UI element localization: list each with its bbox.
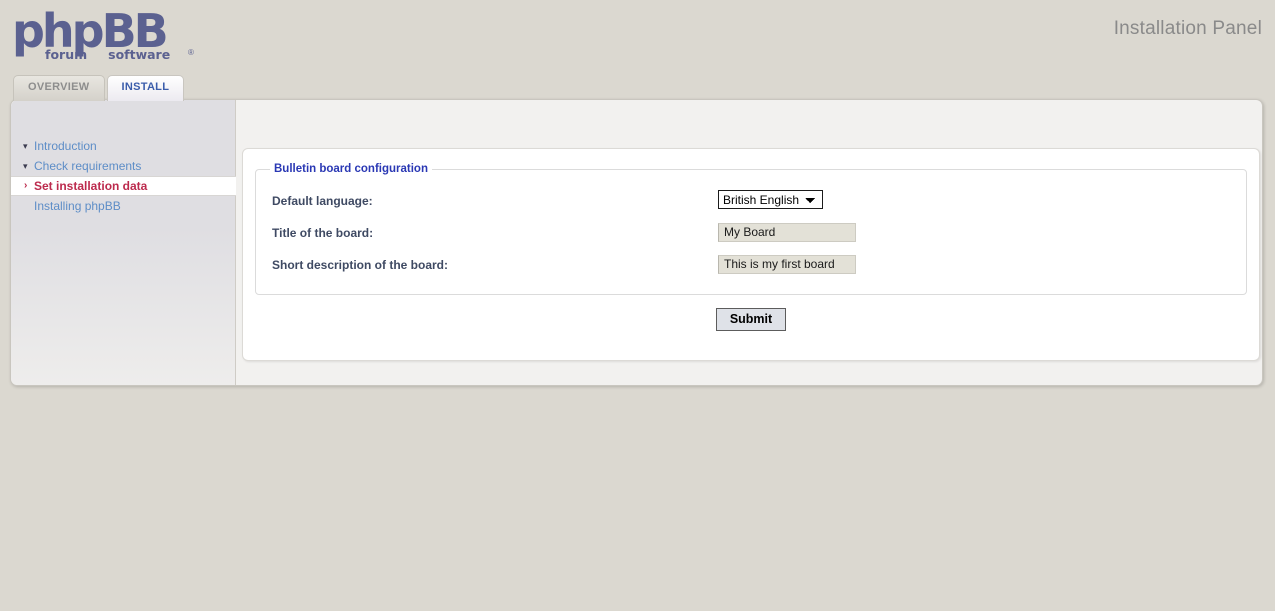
- sidebar-item-installing-phpbb[interactable]: Installing phpBB: [11, 196, 235, 216]
- sidebar-item-installing-phpbb-wrap: Installing phpBB: [11, 196, 235, 216]
- registered-trademark-icon: ®: [188, 48, 194, 57]
- sidebar-item-label: Check requirements: [34, 159, 141, 173]
- board-description-input[interactable]: [718, 255, 856, 274]
- main-content: Bulletin board configuration Default lan…: [235, 100, 1262, 385]
- field-label-board-description: Short description of the board:: [266, 249, 712, 281]
- field-row-board-title: Title of the board:: [266, 217, 1236, 249]
- chevron-down-icon: ▾: [23, 159, 28, 173]
- bulletin-board-configuration-fieldset: Bulletin board configuration Default lan…: [255, 163, 1247, 295]
- content-panel: Bulletin board configuration Default lan…: [242, 148, 1260, 361]
- submit-button[interactable]: [716, 308, 786, 331]
- sidebar: ▾ Introduction ▾ Check requirements › Se…: [11, 100, 236, 385]
- installer-container: ▾ Introduction ▾ Check requirements › Se…: [10, 99, 1263, 386]
- tab-overview[interactable]: OVERVIEW: [13, 75, 105, 101]
- page-title: Installation Panel: [1114, 18, 1262, 40]
- field-control-board-title: [718, 217, 1236, 247]
- field-row-default-language: Default language: British English: [266, 185, 1236, 217]
- sidebar-item-label: Set installation data: [34, 179, 147, 193]
- fieldset-legend: Bulletin board configuration: [270, 163, 432, 175]
- logo-tagline-software: software: [108, 47, 170, 62]
- sidebar-item-check-requirements-wrap: ▾ Check requirements: [11, 156, 235, 176]
- chevron-down-icon: ▾: [23, 139, 28, 153]
- installer-inner: ▾ Introduction ▾ Check requirements › Se…: [11, 100, 1262, 385]
- sidebar-item-introduction-wrap: ▾ Introduction: [11, 136, 235, 156]
- sidebar-item-label: Installing phpBB: [34, 199, 121, 213]
- page-header: phpBB forumsoftware ® Installation Panel…: [0, 0, 1275, 72]
- sidebar-item-set-installation-data-wrap: › Set installation data: [11, 176, 235, 196]
- chevron-right-icon: ›: [24, 179, 27, 193]
- default-language-select[interactable]: British English: [718, 190, 823, 209]
- sidebar-item-introduction[interactable]: ▾ Introduction: [11, 136, 235, 156]
- field-control-default-language: British English: [718, 185, 1236, 215]
- logo-tagline-forum: forum: [45, 47, 87, 62]
- sidebar-item-label: Introduction: [34, 139, 97, 153]
- tab-overview-item: OVERVIEW: [13, 75, 105, 101]
- field-row-board-description: Short description of the board:: [266, 249, 1236, 281]
- phpbb-logo: phpBB forumsoftware ®: [12, 6, 192, 66]
- submit-row: [243, 308, 1259, 331]
- field-label-default-language: Default language:: [266, 185, 712, 217]
- tab-install[interactable]: INSTALL: [107, 75, 185, 101]
- logo-tagline: forum software: [45, 47, 170, 62]
- installation-form: Bulletin board configuration Default lan…: [243, 163, 1259, 331]
- field-control-board-description: [718, 249, 1236, 279]
- board-title-input[interactable]: [718, 223, 856, 242]
- tab-bar: OVERVIEW INSTALL: [13, 75, 186, 100]
- sidebar-item-set-installation-data[interactable]: › Set installation data: [11, 176, 236, 196]
- sidebar-menu: ▾ Introduction ▾ Check requirements › Se…: [11, 100, 235, 216]
- tab-install-item: INSTALL: [107, 75, 185, 101]
- sidebar-item-check-requirements[interactable]: ▾ Check requirements: [11, 156, 235, 176]
- field-label-board-title: Title of the board:: [266, 217, 712, 249]
